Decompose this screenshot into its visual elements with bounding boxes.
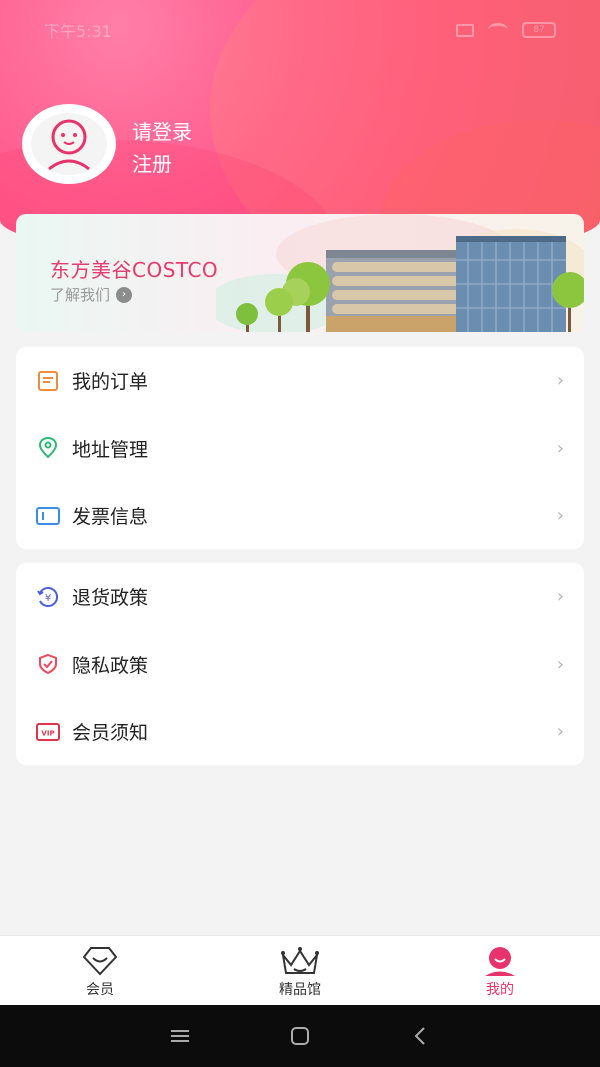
menu-item-invoice[interactable]: 发票信息 › [16, 482, 584, 550]
menu-card-policies: ¥ 退货政策 › 隐私政策 › VIP 会员须知 › [16, 563, 584, 765]
tab-boutique[interactable]: 精品馆 [200, 936, 400, 1005]
chevron-right-icon: › [556, 721, 564, 743]
mall-building-illustration [216, 214, 584, 332]
status-bar: 下午5:31 87 [0, 0, 600, 60]
system-nav-bar [0, 1005, 600, 1067]
auth-links: 请登录 注册 [132, 116, 192, 180]
svg-text:¥: ¥ [45, 593, 51, 604]
menu-item-label: 我的订单 [72, 371, 149, 394]
wifi-icon [488, 23, 508, 37]
menu-card-orders: 我的订单 › 地址管理 › 发票信息 › [16, 347, 584, 549]
invoice-ticket-icon [36, 504, 60, 528]
arrow-right-icon: › [116, 286, 133, 303]
crown-icon [279, 943, 321, 979]
menu-item-label: 隐私政策 [72, 654, 149, 677]
home-icon[interactable] [288, 1024, 312, 1048]
profile-face-icon [482, 943, 518, 979]
menu-item-member-notice[interactable]: VIP 会员须知 › [16, 698, 584, 766]
tab-label: 精品馆 [279, 981, 321, 998]
about-us-banner[interactable]: 东方美谷COSTCO 了解我们 › [16, 214, 584, 332]
diamond-heart-icon [81, 943, 119, 979]
avatar[interactable] [22, 104, 116, 184]
menu-item-label: 退货政策 [72, 587, 149, 610]
location-pin-icon [36, 436, 60, 460]
banner-subtitle[interactable]: 了解我们 › [50, 284, 133, 305]
menu-item-address[interactable]: 地址管理 › [16, 415, 584, 483]
menu-icon[interactable] [168, 1024, 192, 1048]
profile-face-icon [48, 119, 90, 171]
status-time: 下午5:31 [44, 22, 112, 41]
login-link[interactable]: 请登录 [132, 116, 192, 148]
chevron-right-icon: › [556, 586, 564, 608]
menu-item-label: 会员须知 [72, 722, 149, 745]
sim-icon [456, 23, 474, 37]
bottom-tab-bar: 会员 精品馆 我的 [0, 935, 600, 1005]
menu-item-orders[interactable]: 我的订单 › [16, 347, 584, 415]
vip-badge-icon: VIP [36, 720, 60, 744]
banner-title: 东方美谷COSTCO [50, 258, 219, 282]
refund-yen-icon: ¥ [36, 585, 60, 609]
shield-check-icon [36, 652, 60, 676]
tab-label: 会员 [86, 981, 114, 998]
menu-item-privacy-policy[interactable]: 隐私政策 › [16, 631, 584, 699]
chevron-right-icon: › [556, 505, 564, 527]
tab-label: 我的 [486, 981, 514, 998]
chevron-right-icon: › [556, 370, 564, 392]
order-list-icon [36, 369, 60, 393]
svg-text:VIP: VIP [41, 729, 54, 737]
chevron-right-icon: › [556, 653, 564, 675]
tab-member[interactable]: 会员 [0, 936, 200, 1005]
register-link[interactable]: 注册 [132, 148, 192, 180]
chevron-right-icon: › [556, 437, 564, 459]
back-icon[interactable] [408, 1024, 432, 1048]
menu-item-label: 发票信息 [72, 506, 149, 529]
menu-item-label: 地址管理 [72, 438, 149, 461]
battery-icon: 87 [522, 22, 556, 38]
menu-item-refund-policy[interactable]: ¥ 退货政策 › [16, 563, 584, 631]
tab-mine[interactable]: 我的 [400, 936, 600, 1005]
